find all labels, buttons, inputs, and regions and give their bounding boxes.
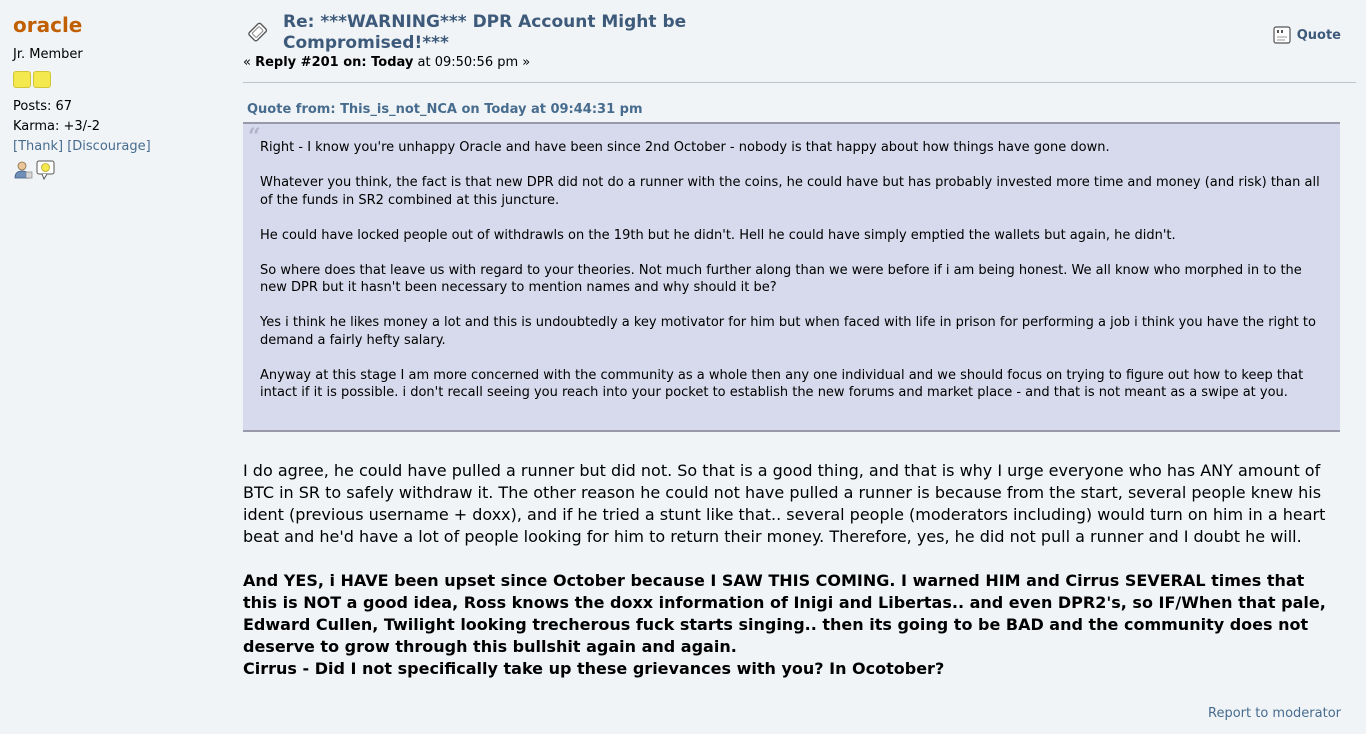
quote-button[interactable]: Quote	[1273, 26, 1341, 44]
reply-info: « Reply #201 on: Today at 09:50:56 pm »	[243, 55, 530, 71]
quote-header-link[interactable]: Quote from: This_is_not_NCA on Today at …	[247, 102, 643, 118]
quote-block: “ Right - I know you're unhappy Oracle a…	[243, 122, 1340, 432]
quote-paragraph: Anyway at this stage I am more concerned…	[260, 367, 1304, 401]
body-bold-line: Cirrus - Did I not specifically take up …	[243, 659, 945, 678]
quote-button-label: Quote	[1296, 27, 1341, 43]
rank-stars	[13, 71, 233, 89]
reply-time: at 09:50:56 pm »	[413, 55, 531, 70]
post-body: I do agree, he could have pulled a runne…	[243, 460, 1343, 680]
post-divider	[243, 82, 1356, 83]
quote-marks-icon: “	[248, 124, 261, 150]
discourage-link[interactable]: [Discourage]	[67, 139, 150, 154]
report-to-moderator-link[interactable]: Report to moderator	[1208, 706, 1341, 721]
poster-username[interactable]: oracle	[13, 12, 233, 38]
star-icon	[13, 71, 31, 88]
star-icon	[33, 71, 51, 88]
quote-icon	[1273, 26, 1291, 44]
personal-message-icon[interactable]	[36, 160, 56, 180]
thank-link[interactable]: [Thank]	[13, 139, 63, 154]
body-bold-paragraph: And YES, i HAVE been upset since October…	[243, 571, 1326, 656]
body-paragraph: I do agree, he could have pulled a runne…	[243, 461, 1326, 546]
poster-rank: Jr. Member	[13, 47, 83, 62]
poster-info: oracle Jr. Member Posts: 67 Karma: +3/-2…	[13, 12, 233, 180]
quote-paragraph: Yes i think he likes money a lot and thi…	[260, 315, 1316, 348]
reply-prefix: «	[243, 55, 256, 70]
poster-posts: Posts: 67	[13, 99, 73, 114]
quote-paragraph: Right - I know you're unhappy Oracle and…	[260, 140, 1110, 155]
karma-links: [Thank] [Discourage]	[13, 137, 233, 157]
user-profile-icon[interactable]	[13, 160, 33, 180]
xx-topic-icon	[248, 22, 268, 42]
quote-paragraph: Whatever you think, the fact is that new…	[260, 175, 1320, 208]
reply-number: Reply #201 on: Today	[255, 55, 414, 70]
post-subject-link[interactable]: Re: ***WARNING*** DPR Account Might be C…	[283, 12, 783, 54]
quote-paragraph: He could have locked people out of withd…	[260, 227, 1176, 243]
quote-paragraph: So where does that leave us with regard …	[260, 262, 1302, 296]
poster-karma: Karma: +3/-2	[13, 119, 101, 134]
poster-icons	[13, 160, 233, 180]
